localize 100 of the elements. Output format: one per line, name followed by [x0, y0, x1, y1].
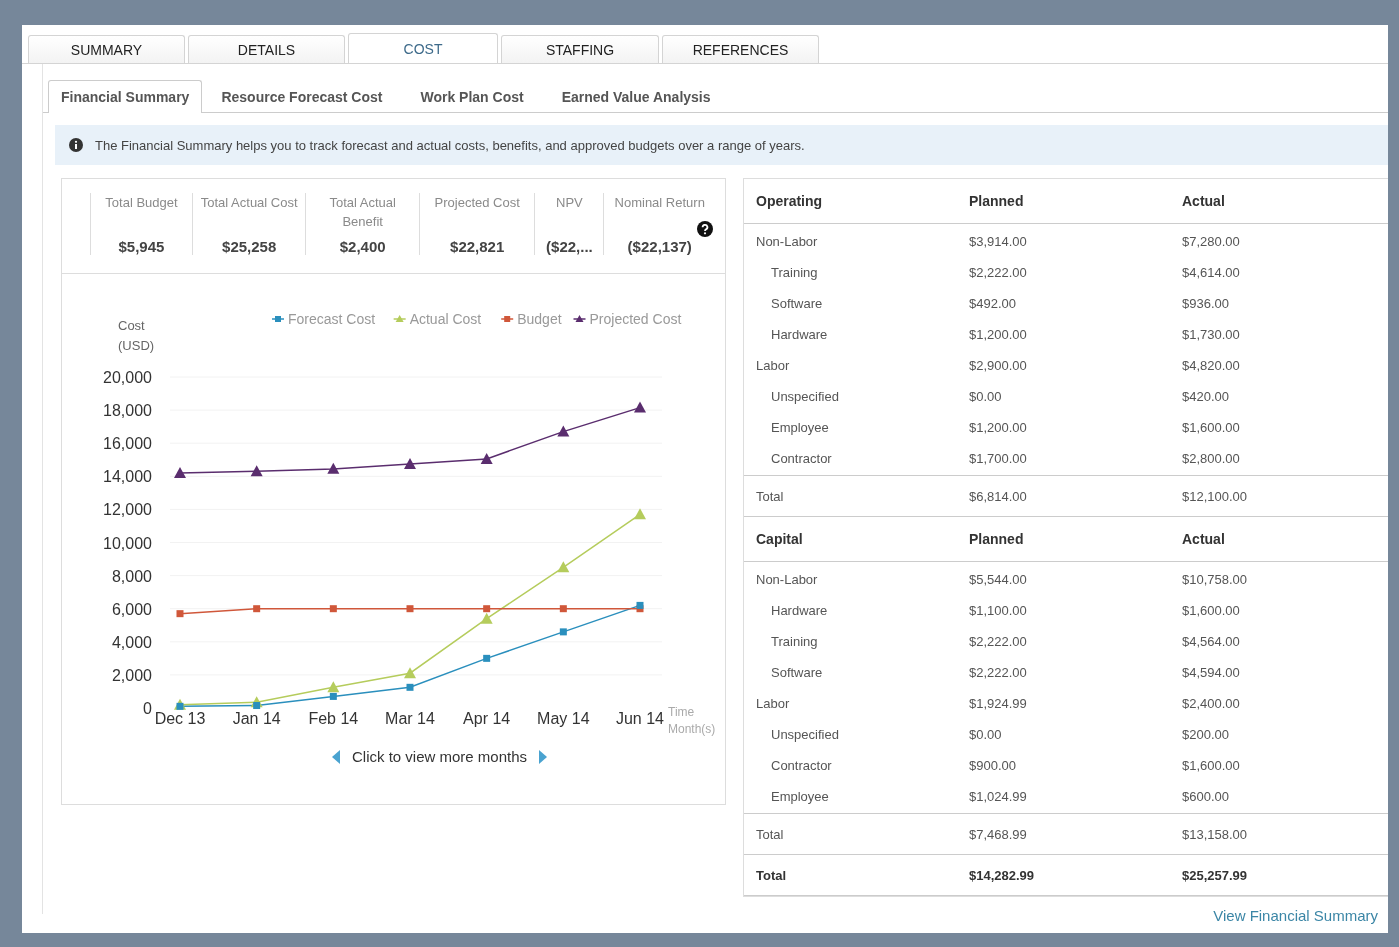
row-label: Training	[770, 634, 819, 649]
table-cell-text: $1,924.99	[968, 696, 1028, 711]
x-tick-label: May 14	[537, 710, 590, 727]
table-cell-text: $2,400.00	[1181, 696, 1241, 711]
axis-title: Cost (USD)	[118, 317, 156, 355]
table-cell-text: $1,700.00	[968, 451, 1028, 466]
y-tick-label: 14,000	[103, 468, 152, 486]
y-tick-label: 4,000	[111, 633, 152, 651]
table-cell-text: $0.00	[968, 389, 1003, 404]
table-cell-text: $2,800.00	[1181, 451, 1241, 466]
metric-value: $2,400	[339, 238, 386, 255]
table-cell-text: $1,100.00	[968, 603, 1028, 618]
row-label: Contractor	[770, 451, 833, 466]
table-cell-text: $200.00	[1181, 727, 1230, 742]
legend-label: Budget	[517, 311, 562, 327]
metric-value: ($22,137)	[627, 238, 692, 255]
row-label: Training	[770, 265, 819, 280]
grand-total-cell-text: $14,282.99	[968, 867, 1036, 883]
table-cell-text: $1,200.00	[968, 420, 1028, 435]
table-cell-text: $4,564.00	[1181, 634, 1241, 649]
row-label: Software	[770, 665, 824, 680]
table-cell-text: $2,222.00	[968, 634, 1028, 649]
table-cell-text: $2,222.00	[968, 265, 1028, 280]
total-label: Total	[755, 826, 785, 842]
row-label: Software	[770, 296, 824, 311]
table-cell-text: $5,544.00	[968, 572, 1028, 587]
table-cell-text: $1,600.00	[1181, 758, 1241, 773]
row-label: Employee	[770, 420, 830, 435]
table-cell-text: $1,200.00	[968, 327, 1028, 342]
table-cell-text: $1,730.00	[1181, 327, 1241, 342]
table-cell-text: $0.00	[968, 727, 1003, 742]
column-header: Planned	[968, 193, 1025, 209]
metric-value: $25,258	[222, 238, 277, 255]
x-tick-label: Dec 13	[154, 710, 206, 727]
x-tick-label: Jun 14	[616, 710, 664, 727]
total-label: Total	[755, 488, 785, 504]
row-label: Hardware	[770, 327, 829, 342]
row-label: Unspecified	[770, 727, 840, 742]
x-tick-label: Mar 14	[385, 710, 435, 727]
metric-label: Total Actual Benefit	[328, 194, 397, 231]
column-header: Actual	[1181, 531, 1226, 547]
row-label: Hardware	[770, 603, 829, 618]
grand-total-label: Total	[755, 867, 788, 883]
y-tick-label: 18,000	[103, 402, 152, 420]
table-cell-text: $1,024.99	[968, 789, 1028, 804]
column-header: Planned	[968, 531, 1025, 547]
metric-value: ($22,...	[546, 238, 593, 255]
info-text: The Financial Summary helps you to track forecast and actual costs, benefits, and approved budgets over a range of years.	[95, 137, 805, 153]
y-tick-label: 6,000	[111, 600, 152, 618]
table-cell-text: $1,600.00	[1181, 603, 1241, 618]
metric-label: Projected Cost	[434, 194, 520, 212]
column-header: Actual	[1181, 193, 1226, 209]
table-cell-text: $2,222.00	[968, 665, 1028, 680]
column-header: Operating	[755, 193, 824, 209]
table-cell-text: $936.00	[1181, 296, 1230, 311]
axis-title: Time Month(s)	[668, 704, 717, 738]
table-cell-text: $600.00	[1181, 789, 1230, 804]
table-cell-text: $900.00	[968, 758, 1017, 773]
row-label: Employee	[770, 789, 830, 804]
y-tick-label: 8,000	[111, 567, 152, 585]
table-cell-text: $492.00	[968, 296, 1017, 311]
legend-label: Actual Cost	[409, 311, 482, 327]
total-cell-text: $6,814.00	[968, 488, 1028, 504]
x-tick-label: Feb 14	[308, 710, 359, 727]
legend-label: Forecast Cost	[288, 311, 376, 327]
metric-value: $22,821	[450, 238, 505, 255]
x-tick-label: Jan 14	[232, 710, 281, 727]
y-tick-label: 2,000	[111, 666, 152, 684]
y-tick-label: 0	[143, 700, 152, 717]
table-cell-text: $4,594.00	[1181, 665, 1241, 680]
metric-label: Total Actual Cost	[200, 194, 298, 212]
total-cell-text: $7,468.99	[968, 826, 1028, 842]
row-label: Contractor	[770, 758, 833, 773]
y-tick-label: 12,000	[103, 501, 152, 519]
grand-total-cell-text: $25,257.99	[1181, 867, 1249, 883]
row-label: Non-Labor	[755, 234, 819, 249]
x-tick-label: Apr 14	[463, 710, 511, 727]
column-header: Capital	[755, 531, 804, 547]
table-cell-text: $3,914.00	[968, 234, 1028, 249]
metric-label: Total Budget	[105, 194, 178, 212]
metric-value: $5,945	[118, 238, 165, 255]
row-label: Non-Labor	[755, 572, 819, 587]
row-label: Labor	[755, 696, 791, 711]
table-cell-text: $4,614.00	[1181, 265, 1241, 280]
table-cell-text: $420.00	[1181, 389, 1230, 404]
y-tick-label: 16,000	[103, 435, 152, 453]
y-tick-label: 20,000	[103, 369, 152, 386]
row-label: Labor	[755, 358, 791, 373]
total-cell-text: $12,100.00	[1181, 488, 1249, 504]
y-tick-label: 10,000	[103, 534, 152, 552]
metric-label: NPV	[556, 194, 583, 212]
table-cell-text: $10,758.00	[1181, 572, 1249, 587]
table-cell-text: $7,280.00	[1181, 234, 1241, 249]
row-label: Unspecified	[770, 389, 840, 404]
metric-label: Nominal Return	[614, 194, 705, 212]
table-cell-text: $1,600.00	[1181, 420, 1241, 435]
table-cell-text: $2,900.00	[968, 358, 1028, 373]
legend-label: Projected Cost	[589, 311, 682, 327]
table-cell-text: $4,820.00	[1181, 358, 1241, 373]
total-cell-text: $13,158.00	[1181, 826, 1249, 842]
